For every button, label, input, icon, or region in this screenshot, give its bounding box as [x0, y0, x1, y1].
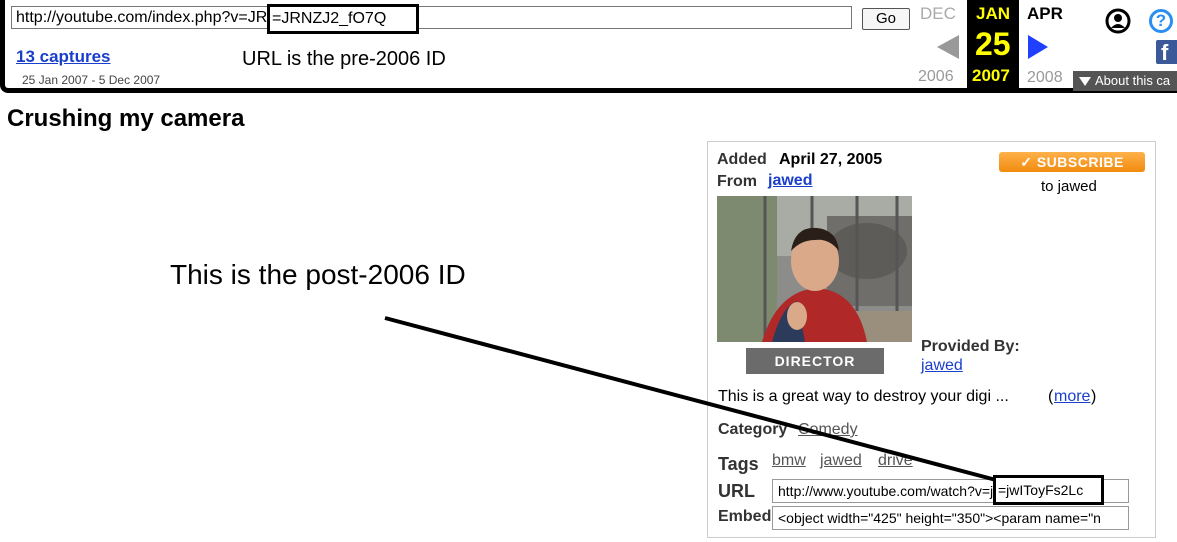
annotation-pointer-line	[384, 316, 997, 482]
video-id-highlight: =jwIToyFs2Lc	[993, 475, 1104, 505]
